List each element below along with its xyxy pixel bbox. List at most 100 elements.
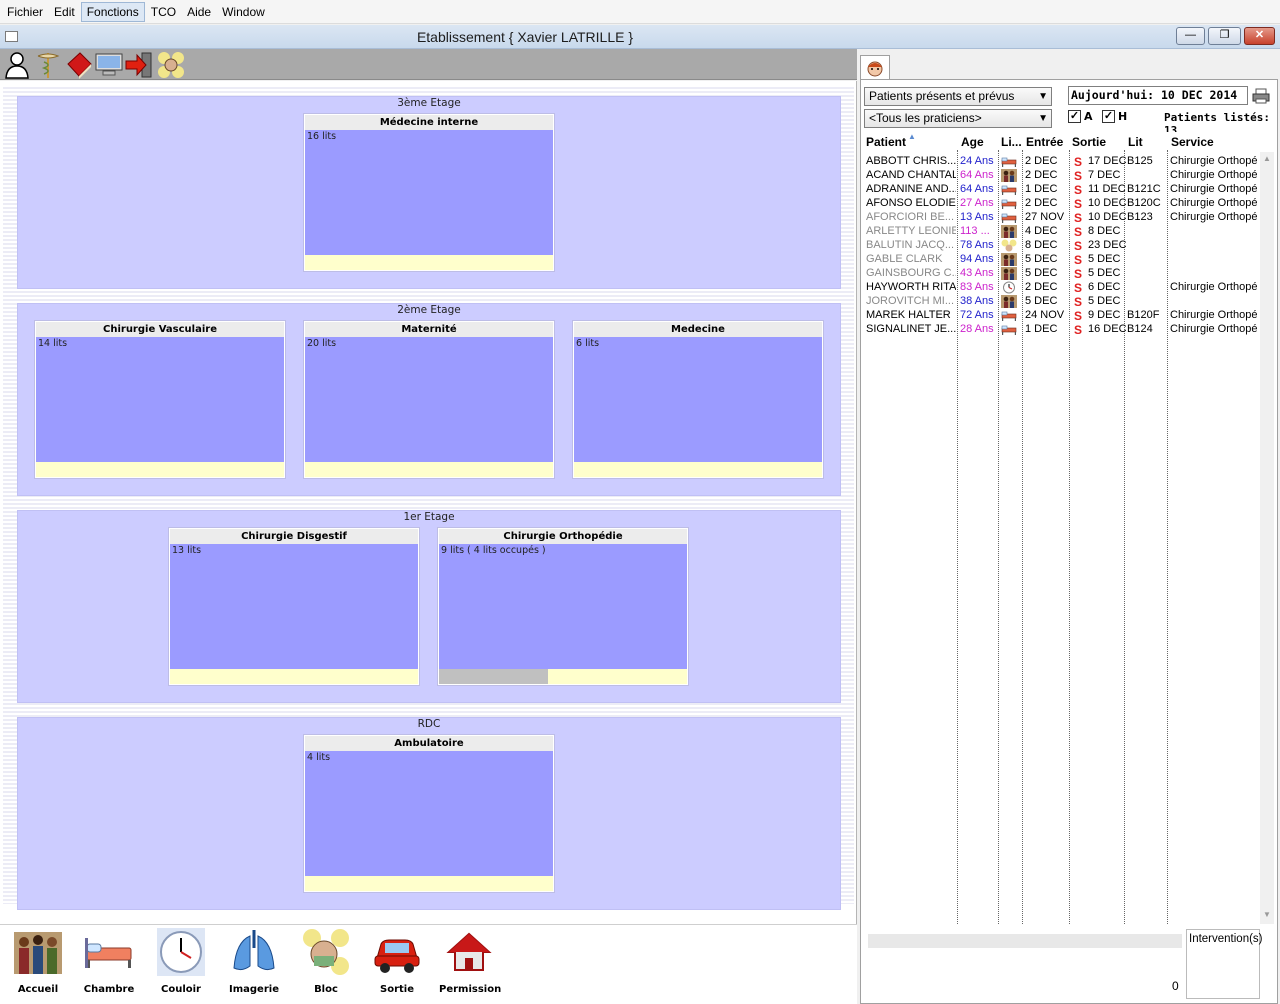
printer-icon[interactable] [1252, 88, 1270, 104]
bloc-button[interactable]: Bloc [296, 928, 356, 1000]
table-row[interactable]: SIGNALINET JE... 28 Ans 1 DEC S 16 DEC B124 Ch… [862, 323, 1262, 337]
location-people-icon [1001, 169, 1019, 182]
chevron-down-icon: ▼ [1038, 113, 1048, 124]
flower-person-icon[interactable] [156, 50, 186, 79]
accueil-button[interactable]: Accueil [8, 928, 68, 1000]
button-label: Sortie [380, 984, 414, 995]
service-body: 16 lits [305, 130, 553, 255]
table-row[interactable]: HAYWORTH RITA 83 Ans 2 DEC S 6 DEC Chirurgie … [862, 281, 1262, 295]
permission-button[interactable]: Permission [439, 928, 501, 1000]
minimize-button[interactable]: — [1176, 27, 1205, 45]
service-body: 9 lits ( 4 lits occupés ) [439, 544, 687, 669]
patient-age: 28 Ans [960, 323, 994, 335]
location-flower-icon [1001, 239, 1019, 252]
menu-aide[interactable]: Aide [182, 3, 216, 21]
praticien-filter-select[interactable]: <Tous les praticiens> ▼ [864, 109, 1052, 128]
exit-arrow-icon[interactable] [124, 50, 154, 79]
horizontal-scrollbar[interactable] [868, 934, 1182, 948]
location-people-icon [1001, 295, 1019, 308]
occupancy-bar [36, 462, 284, 477]
table-row[interactable]: ACAND CHANTAL 64 Ans 2 DEC S 7 DEC Chirurgie … [862, 169, 1262, 183]
service-medecine[interactable]: Medecine 6 lits [572, 320, 824, 479]
date-field[interactable]: Aujourd'hui: 10 DEC 2014 [1068, 86, 1248, 105]
people-group-icon [14, 928, 62, 976]
table-row[interactable]: MAREK HALTER 72 Ans 24 NOV S 9 DEC B120F Chiru… [862, 309, 1262, 323]
column-header-entree[interactable]: Entrée [1026, 135, 1063, 149]
column-header-patient[interactable]: Patient [866, 135, 906, 149]
couloir-button[interactable]: Couloir [151, 928, 211, 1000]
imagerie-button[interactable]: Imagerie [224, 928, 284, 1000]
bed-number: B120F [1127, 309, 1160, 321]
service-medecine-interne[interactable]: Médecine interne 16 lits [303, 113, 555, 272]
bed-number: B124 [1127, 323, 1153, 335]
column-header-sortie[interactable]: Sortie [1072, 135, 1106, 149]
computer-icon[interactable] [94, 50, 124, 79]
service-ambulatoire[interactable]: Ambulatoire 4 lits [303, 734, 555, 893]
patient-age: 78 Ans [960, 239, 994, 251]
location-bed-icon [1001, 323, 1019, 336]
surgeon-icon [302, 928, 350, 976]
red-book-icon[interactable] [64, 50, 94, 79]
sortie-marker: S [1074, 281, 1083, 295]
checkbox-h[interactable]: ✓ [1102, 110, 1115, 123]
bottom-action-bar: Accueil Chambre Couloir Imagerie Bloc So… [0, 924, 857, 1004]
caduceus-icon[interactable] [33, 50, 63, 79]
patient-age: 27 Ans [960, 197, 994, 209]
sortie-marker: S [1074, 323, 1083, 337]
column-header-age[interactable]: Age [961, 135, 984, 149]
scroll-up-icon[interactable]: ▲ [1263, 154, 1271, 163]
floor-2: 2ème Etage Chirurgie Vasculaire 14 lits … [17, 303, 841, 496]
intervention-box[interactable]: Intervention(s) [1186, 929, 1263, 999]
table-row[interactable]: AFORCIORI BE... 13 Ans 27 NOV S 10 DEC B123 Ch… [862, 211, 1262, 225]
close-button[interactable]: ✕ [1244, 27, 1275, 45]
table-row[interactable]: ARLETTY LEONIE 113 ... 4 DEC S 8 DEC [862, 225, 1262, 239]
table-row[interactable]: GABLE CLARK 94 Ans 5 DEC S 5 DEC [862, 253, 1262, 267]
vertical-scrollbar[interactable]: ▲ ▼ [1260, 152, 1274, 924]
exit-date: 16 DEC [1088, 323, 1127, 335]
table-row[interactable]: JOROVITCH MI... 38 Ans 5 DEC S 5 DEC [862, 295, 1262, 309]
menu-fonctions[interactable]: Fonctions [80, 1, 145, 22]
table-row[interactable]: ABBOTT CHRIS... 24 Ans 2 DEC S 17 DEC B125 Chi… [862, 155, 1262, 169]
menu-fichier[interactable]: Fichier [2, 3, 48, 21]
checkbox-a[interactable]: ✓ [1068, 110, 1081, 123]
service-chirurgie-orthopedie[interactable]: Chirurgie Orthopédie 9 lits ( 4 lits occ… [437, 527, 689, 686]
button-label: Bloc [314, 984, 338, 995]
exit-date: 23 DEC [1088, 239, 1127, 251]
scroll-down-icon[interactable]: ▼ [1263, 910, 1271, 919]
menu-window[interactable]: Window [217, 3, 270, 21]
column-header-service[interactable]: Service [1171, 135, 1214, 149]
service-maternite[interactable]: Maternité 20 lits [303, 320, 555, 479]
car-icon [373, 928, 421, 976]
service-chirurgie-digestif[interactable]: Chirurgie Disgestif 13 lits [168, 527, 420, 686]
service-beds: 4 lits [307, 752, 331, 763]
menu-edit[interactable]: Edit [49, 3, 80, 21]
maximize-button[interactable]: ❐ [1208, 27, 1241, 45]
sort-arrow-icon: ▲ [908, 132, 916, 141]
service-name: Chirurgie Orthopé [1170, 169, 1258, 181]
patient-age: 64 Ans [960, 169, 994, 181]
table-row[interactable]: BALUTIN JACQ... 78 Ans 8 DEC S 23 DEC [862, 239, 1262, 253]
house-icon [445, 928, 493, 976]
floor-title: 1er Etage [403, 511, 455, 523]
window-title: Etablissement { Xavier LATRILLE } [416, 29, 634, 45]
service-chirurgie-vasculaire[interactable]: Chirurgie Vasculaire 14 lits [34, 320, 286, 479]
table-row[interactable]: GAINSBOURG C... 43 Ans 5 DEC S 5 DEC [862, 267, 1262, 281]
chambre-button[interactable]: Chambre [79, 928, 139, 1000]
table-row[interactable]: ADRANINE AND... 64 Ans 1 DEC S 11 DEC B121C Ch… [862, 183, 1262, 197]
table-row[interactable]: AFONSO ELODIE 27 Ans 2 DEC S 10 DEC B120C Chir… [862, 197, 1262, 211]
floor-title: 3ème Etage [397, 97, 461, 109]
service-body: 4 lits [305, 751, 553, 876]
patient-filter-select[interactable]: Patients présents et prévus ▼ [864, 87, 1052, 106]
service-name: Chirurgie Orthopé [1170, 183, 1258, 195]
person-silhouette-icon[interactable] [2, 50, 32, 79]
patient-name: ACAND CHANTAL [866, 169, 956, 181]
column-header-lit[interactable]: Lit [1128, 135, 1143, 149]
sortie-marker: S [1074, 155, 1083, 169]
praticien-filter-value: <Tous les praticiens> [869, 111, 982, 125]
service-name: Chirurgie Orthopé [1170, 211, 1258, 223]
column-header-lieu[interactable]: Li... [1001, 135, 1022, 149]
sortie-button[interactable]: Sortie [367, 928, 427, 1000]
entry-date: 8 DEC [1025, 239, 1058, 251]
patient-tab[interactable] [860, 55, 890, 80]
menu-tco[interactable]: TCO [146, 3, 181, 21]
